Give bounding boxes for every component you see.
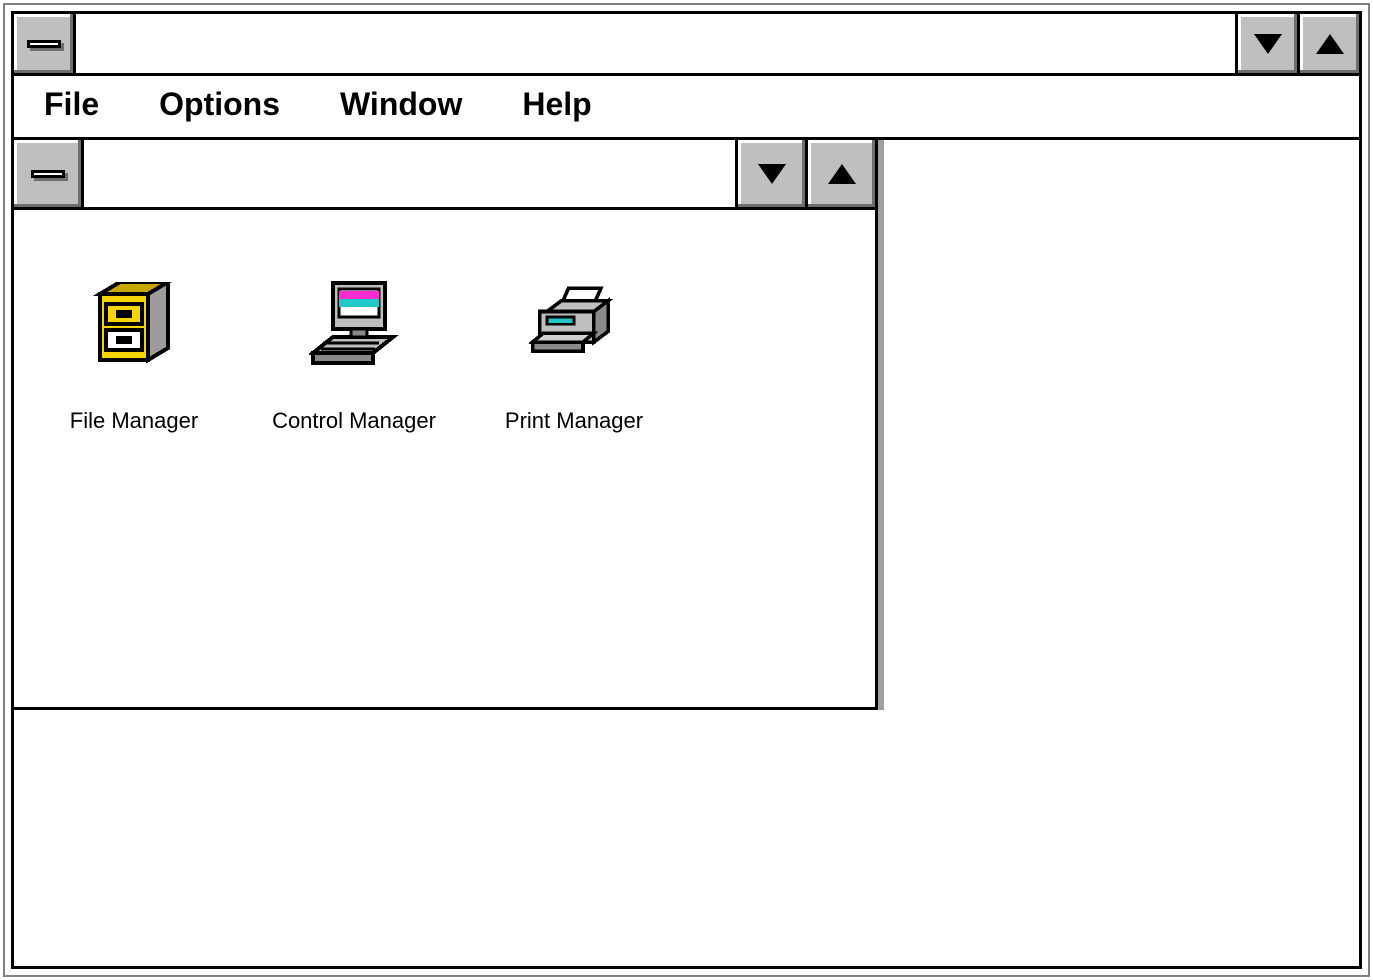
program-item-label: Print Manager: [505, 408, 643, 434]
program-item-label: File Manager: [70, 408, 198, 434]
group-system-menu[interactable]: [14, 140, 84, 207]
menu-window[interactable]: Window: [340, 86, 462, 123]
file-cabinet-icon: [89, 280, 179, 370]
program-item-file-manager[interactable]: File Manager: [44, 280, 224, 434]
main-minimize-button[interactable]: [1235, 14, 1297, 73]
menubar: File Options Window Help: [14, 76, 1359, 140]
group-maximize-button[interactable]: [805, 140, 875, 207]
group-titlebar: [14, 140, 875, 210]
mdi-client-area: File Manager: [14, 140, 1359, 966]
main-titlebar: [14, 14, 1359, 76]
minimize-icon: [758, 164, 786, 184]
group-minimize-button[interactable]: [735, 140, 805, 207]
main-system-menu[interactable]: [14, 14, 76, 73]
menu-options[interactable]: Options: [159, 86, 280, 123]
minimize-icon: [1254, 34, 1282, 54]
group-title-area[interactable]: [84, 140, 735, 207]
main-title-area[interactable]: [76, 14, 1235, 73]
menu-help[interactable]: Help: [522, 86, 591, 123]
group-client-area: File Manager: [14, 210, 875, 707]
system-menu-icon: [27, 40, 61, 48]
printer-icon: [529, 280, 619, 370]
computer-icon: [309, 280, 399, 370]
program-item-control-manager[interactable]: Control Manager: [264, 280, 444, 434]
main-maximize-button[interactable]: [1297, 14, 1359, 73]
program-item-label: Control Manager: [272, 408, 436, 434]
program-item-print-manager[interactable]: Print Manager: [484, 280, 664, 434]
menu-file[interactable]: File: [44, 86, 99, 123]
program-manager-window: File Options Window Help: [11, 11, 1362, 969]
program-group-window: File Manager: [14, 140, 878, 710]
maximize-icon: [1316, 34, 1344, 54]
maximize-icon: [828, 164, 856, 184]
system-menu-icon: [31, 170, 65, 178]
